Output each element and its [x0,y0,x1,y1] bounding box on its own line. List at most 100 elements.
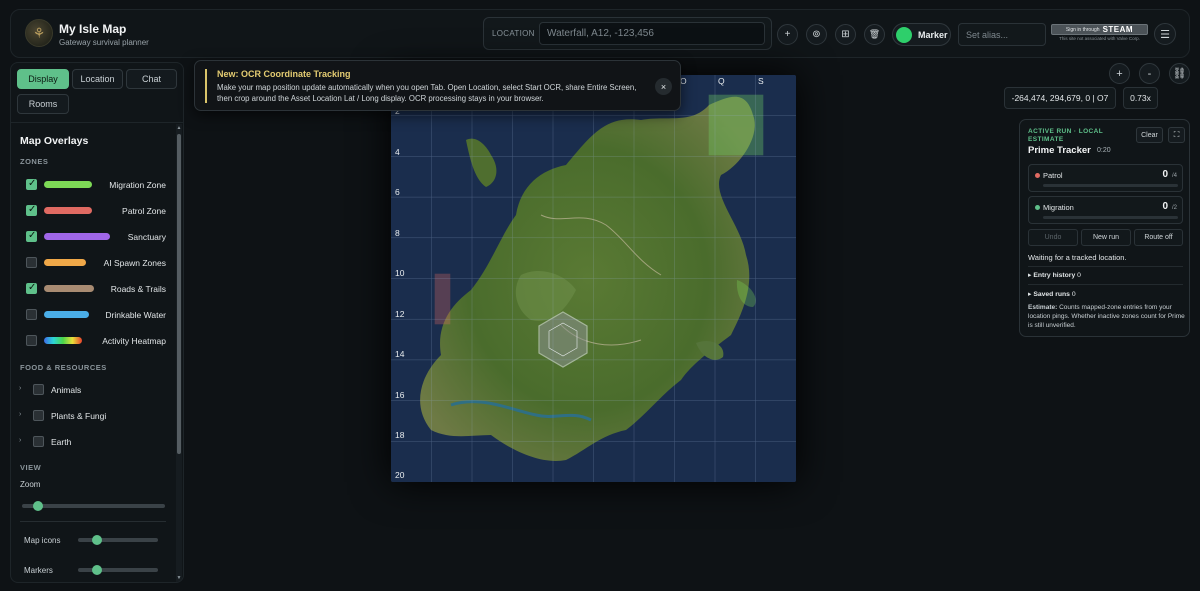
checkbox[interactable] [26,335,37,346]
overlay-sanctuary[interactable]: Sanctuary [26,230,166,244]
checkbox[interactable] [33,410,44,421]
counter-max: /2 [1171,205,1177,211]
grid-col-label: Q [718,76,725,86]
roads-swatch [44,285,94,292]
checkbox[interactable] [26,204,37,216]
water-swatch [44,311,89,318]
checkbox[interactable] [26,309,37,320]
zoom-out-button[interactable]: - [1139,63,1160,84]
checkbox[interactable] [33,384,44,395]
new-run-button[interactable]: New run [1081,229,1131,246]
ocr-icon[interactable]: ⊚ [806,24,827,45]
map-icons-slider[interactable] [78,535,158,545]
sidebar-scrollbar[interactable]: ▲ ▼ [176,124,182,582]
scroll-down-icon[interactable]: ▼ [176,575,182,581]
overlay-activity-heatmap[interactable]: Activity Heatmap [26,334,166,348]
scroll-up-icon[interactable]: ▲ [176,125,182,131]
island-map[interactable]: O Q S 2 4 6 8 10 12 14 16 18 20 [391,75,796,482]
overlay-ai-spawn-zones[interactable]: AI Spawn Zones [26,256,166,270]
checkbox[interactable] [33,436,44,447]
slider-knob[interactable] [32,501,43,511]
ocr-announcement-toast: New: OCR Coordinate Tracking Make your m… [194,60,681,111]
slider-knob[interactable] [92,535,102,545]
overlay-label: Roads & Trails [110,284,166,294]
map-icons-label: Map icons [24,536,61,545]
close-icon[interactable]: × [655,78,672,95]
saved-runs-toggle[interactable]: ▸ Saved runs 0 [1028,290,1076,298]
grid-icon[interactable]: ⊞ [835,24,856,45]
tab-display[interactable]: Display [17,69,69,89]
hamburger-menu-icon[interactable]: ☰ [1154,23,1176,45]
chevron-right-icon[interactable]: › [19,437,21,444]
divider [11,122,183,123]
trash-icon[interactable]: 🗑 [864,24,885,45]
toggle-knob [896,26,912,43]
toast-body: Make your map position update automatica… [217,83,637,103]
link-icon[interactable]: ⛓ [1169,63,1190,84]
food-animals[interactable]: › Animals [19,383,169,397]
migration-zone-swatch [44,181,92,188]
overlay-patrol-zone[interactable]: Patrol Zone [26,204,166,218]
tab-location[interactable]: Location [72,69,123,89]
tracker-title: Prime Tracker [1028,145,1091,156]
overlay-drinkable-water[interactable]: Drinkable Water [26,308,166,322]
coordinate-readout: -264,474, 294,679, 0 | O7 [1004,87,1116,109]
steam-signin-button[interactable]: Sign in through STEAM [1051,24,1148,35]
zoom-slider[interactable] [22,501,165,511]
progress-bar [1043,184,1178,187]
overlay-roads-trails[interactable]: Roads & Trails [26,282,166,296]
steam-small-text: Sign in through [1065,26,1100,33]
tab-chat[interactable]: Chat [126,69,177,89]
zoom-in-button[interactable]: + [1109,63,1130,84]
marker-label: Marker [918,29,948,40]
entry-history-label: Entry history [1033,272,1076,279]
clear-button[interactable]: Clear [1136,127,1163,143]
overlay-migration-zone[interactable]: Migration Zone [26,178,166,192]
add-marker-button[interactable]: + [777,24,798,45]
entry-history-count: 0 [1077,272,1081,279]
entry-history-toggle[interactable]: ▸ Entry history 0 [1028,271,1081,279]
sidebar: Display Location Chat Rooms Map Overlays… [10,62,184,583]
migration-zone [708,94,764,156]
checkbox[interactable] [26,178,37,190]
scroll-thumb[interactable] [177,134,181,454]
migration-counter-card: Migration 0 /2 [1028,196,1183,224]
slider-knob[interactable] [92,565,102,575]
overlay-label: Activity Heatmap [102,336,166,346]
counter-name: Patrol [1043,171,1063,180]
grid-row-label: 18 [395,430,405,440]
checkbox[interactable] [26,230,37,242]
counter-max: /4 [1171,173,1177,179]
divider [1028,266,1183,267]
active-run-tag: ACTIVE RUN · LOCAL ESTIMATE [1028,128,1103,143]
overlay-label: Patrol Zone [122,206,166,216]
undo-button[interactable]: Undo [1028,229,1078,246]
checkbox[interactable] [26,282,37,294]
toast-title: New: OCR Coordinate Tracking [217,69,351,79]
run-timer: 0:20 [1097,147,1111,154]
map-canvas[interactable] [391,75,796,482]
steam-signin[interactable]: Sign in through STEAM This site not asso… [1051,24,1148,43]
grid-row-label: 10 [395,268,405,278]
progress-bar [1043,216,1178,219]
sanctuary-swatch [44,233,110,240]
checkbox[interactable] [26,257,37,268]
food-resources-heading: FOOD & RESOURCES [20,363,107,372]
steam-logo-text: STEAM [1102,25,1134,34]
route-off-button[interactable]: Route off [1134,229,1183,246]
marker-toggle[interactable]: Marker [892,23,951,46]
tab-rooms[interactable]: Rooms [17,94,69,114]
expand-icon[interactable]: ⛶ [1168,127,1185,143]
chevron-right-icon[interactable]: › [19,411,21,418]
migration-dot [1035,205,1040,210]
location-input[interactable] [539,22,765,45]
food-plants-fungi[interactable]: › Plants & Fungi [19,409,169,423]
chevron-right-icon[interactable]: › [19,385,21,392]
grid-row-label: 20 [395,470,405,480]
zoom-label: Zoom [20,480,41,489]
food-earth[interactable]: › Earth [19,435,169,449]
ai-spawn-swatch [44,259,86,266]
alias-input[interactable] [958,23,1046,46]
markers-slider[interactable] [78,565,158,575]
location-label: LOCATION [492,29,535,38]
